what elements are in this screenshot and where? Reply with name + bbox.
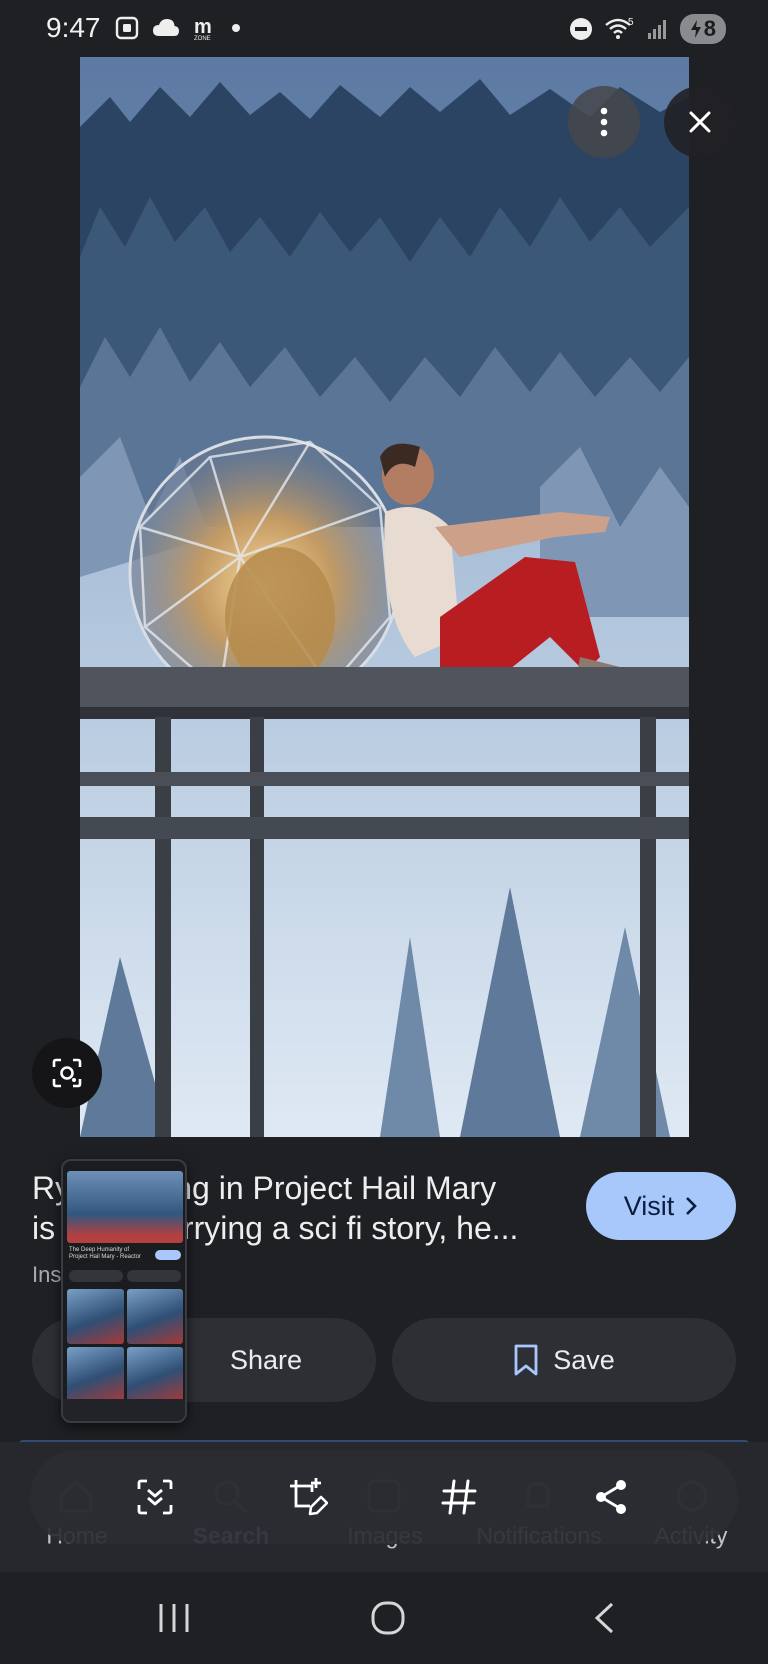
- recents-icon: [159, 1604, 189, 1632]
- screenshot-share-button[interactable]: [586, 1472, 636, 1522]
- home-button[interactable]: [358, 1592, 418, 1644]
- close-button[interactable]: [664, 86, 736, 158]
- dot-icon: [232, 24, 240, 32]
- screen-record-icon: [115, 16, 139, 40]
- more-vert-icon: [600, 107, 608, 137]
- back-icon: [594, 1602, 614, 1634]
- title-line2-end: arrying a sci fi story, he...: [165, 1210, 519, 1246]
- winter-forest-photo: [80, 57, 689, 1137]
- thumb-nav: [63, 1399, 185, 1421]
- svg-text:ZONE: ZONE: [194, 36, 211, 41]
- system-nav-bar: [0, 1572, 768, 1664]
- crop-edit-button[interactable]: [282, 1472, 332, 1522]
- bookmark-icon: [514, 1344, 538, 1376]
- thumb-save-button: [127, 1270, 181, 1282]
- scroll-capture-icon: [137, 1479, 173, 1515]
- scroll-capture-button[interactable]: [130, 1472, 180, 1522]
- status-icons-right: 5 8: [568, 14, 726, 44]
- recents-button[interactable]: [144, 1592, 204, 1644]
- status-time: 9:47: [46, 12, 101, 43]
- thumb-image: [67, 1171, 183, 1243]
- hashtag-icon: [441, 1479, 477, 1515]
- cloud-icon: [153, 19, 179, 36]
- close-icon: [689, 111, 711, 133]
- thumb-title: The Deep Humanity of Project Hail Mary -…: [69, 1247, 142, 1260]
- status-bar: 9:47 m ZONE 5 8: [0, 0, 768, 58]
- share-icon: [596, 1480, 626, 1514]
- visit-button[interactable]: Visit: [586, 1172, 736, 1240]
- screenshot-preview[interactable]: The Deep Humanity of Project Hail Mary -…: [61, 1159, 187, 1423]
- wifi-badge: 5: [628, 17, 634, 28]
- svg-text:m: m: [194, 16, 212, 38]
- lens-search-button[interactable]: [32, 1038, 102, 1108]
- m-zone-icon: mZONE: [194, 16, 212, 41]
- home-circle-icon: [371, 1601, 405, 1635]
- crop-edit-icon: [290, 1478, 328, 1516]
- lens-icon: [52, 1058, 82, 1088]
- chevron-right-icon: [686, 1197, 698, 1215]
- screenshot-toolbar: [30, 1450, 738, 1544]
- wifi-icon: 5: [604, 17, 634, 39]
- thumb-grid: [67, 1289, 183, 1401]
- title-line1-end: ing in Project Hail Mary: [167, 1170, 497, 1206]
- more-options-button[interactable]: [568, 86, 640, 158]
- battery-icon: 8: [679, 14, 726, 44]
- hashtag-button[interactable]: [434, 1472, 484, 1522]
- save-button[interactable]: Save: [392, 1318, 736, 1402]
- thumb-visit-button: [155, 1250, 181, 1260]
- result-image[interactable]: [80, 57, 689, 1137]
- share-label: Share: [229, 1344, 303, 1375]
- thumb-share-button: [69, 1270, 123, 1282]
- result-source: Ins: [32, 1262, 62, 1287]
- battery-level: 8: [703, 16, 716, 41]
- title-line2-start: is: [32, 1210, 56, 1246]
- save-label: Save: [553, 1344, 615, 1375]
- visit-label: Visit: [623, 1190, 675, 1221]
- back-button[interactable]: [574, 1592, 634, 1644]
- status-icons-left: m ZONE: [114, 15, 242, 41]
- do-not-disturb-icon: [569, 18, 592, 40]
- signal-icon: [647, 20, 666, 39]
